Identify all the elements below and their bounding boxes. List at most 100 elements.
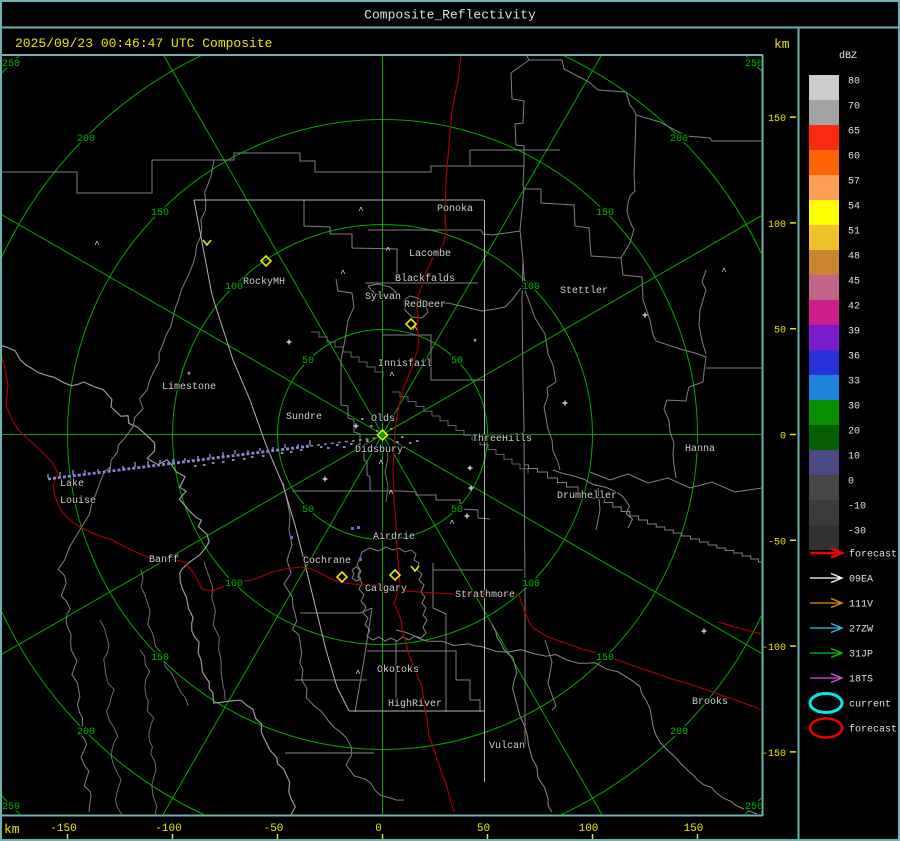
svg-text:*: * — [186, 371, 191, 381]
svg-text:57: 57 — [848, 177, 860, 188]
svg-text:70: 70 — [848, 102, 860, 113]
svg-text:250: 250 — [745, 59, 763, 70]
svg-text:Limestone: Limestone — [162, 381, 216, 393]
svg-text:150: 150 — [151, 653, 169, 664]
svg-text:36: 36 — [848, 352, 860, 363]
svg-text:100: 100 — [768, 220, 786, 231]
svg-text:Sundre: Sundre — [286, 411, 322, 423]
svg-text:-50: -50 — [264, 823, 284, 835]
svg-text:42: 42 — [848, 302, 860, 313]
svg-text:Innisfail: Innisfail — [378, 358, 432, 370]
svg-text:Lake: Lake — [60, 478, 84, 490]
svg-text:200: 200 — [77, 134, 95, 145]
svg-text:50: 50 — [451, 505, 463, 516]
svg-text:150: 150 — [596, 653, 614, 664]
svg-text:111V: 111V — [849, 600, 873, 611]
svg-text:^: ^ — [94, 240, 99, 250]
svg-text:*: * — [472, 338, 477, 348]
svg-text:Ponoka: Ponoka — [437, 203, 473, 215]
svg-text:Didsbury: Didsbury — [355, 444, 403, 456]
svg-text:27ZW: 27ZW — [849, 625, 873, 636]
svg-text:250: 250 — [745, 802, 763, 813]
svg-text:-150: -150 — [50, 823, 76, 835]
svg-text:100: 100 — [225, 282, 243, 293]
svg-text:48: 48 — [848, 252, 860, 263]
svg-text:150: 150 — [768, 114, 786, 125]
svg-text:ThreeHills: ThreeHills — [472, 433, 532, 445]
svg-text:Hanna: Hanna — [685, 444, 715, 455]
svg-text:km: km — [4, 822, 20, 837]
svg-text:Okotoks: Okotoks — [377, 664, 419, 676]
svg-text:200: 200 — [670, 134, 688, 145]
svg-text:-100: -100 — [762, 643, 786, 654]
svg-text:HighRiver: HighRiver — [388, 698, 442, 710]
svg-text:30: 30 — [848, 402, 860, 413]
svg-text:-30: -30 — [848, 527, 866, 538]
svg-text:50: 50 — [302, 356, 314, 367]
svg-text:100: 100 — [522, 579, 540, 590]
svg-text:Vulcan: Vulcan — [489, 740, 525, 752]
svg-text:Airdrie: Airdrie — [373, 531, 415, 543]
svg-text:54: 54 — [848, 202, 860, 213]
svg-text:Strathmore: Strathmore — [455, 589, 515, 601]
svg-text:-100: -100 — [155, 823, 181, 835]
svg-text:150: 150 — [684, 823, 704, 835]
svg-text:50: 50 — [477, 823, 490, 835]
svg-text:Brooks: Brooks — [692, 696, 728, 708]
svg-text:150: 150 — [151, 208, 169, 219]
svg-text:^: ^ — [389, 371, 394, 381]
svg-text:Calgary: Calgary — [365, 583, 407, 595]
svg-text:250: 250 — [2, 802, 20, 813]
svg-text:33: 33 — [848, 377, 860, 388]
svg-text:18TS: 18TS — [849, 675, 873, 686]
svg-text:^: ^ — [378, 459, 383, 469]
svg-text:Stettler: Stettler — [560, 285, 608, 297]
svg-text:200: 200 — [77, 727, 95, 738]
svg-text:dBZ: dBZ — [839, 50, 857, 62]
svg-text:20: 20 — [848, 427, 860, 438]
svg-text:50: 50 — [451, 356, 463, 367]
svg-text:200: 200 — [670, 727, 688, 738]
svg-text:39: 39 — [848, 327, 860, 338]
svg-text:current: current — [849, 700, 891, 711]
svg-text:^: ^ — [449, 519, 454, 529]
svg-text:forecast: forecast — [849, 549, 897, 561]
svg-text:Louise: Louise — [60, 495, 96, 507]
svg-text:09EA: 09EA — [849, 575, 873, 586]
svg-text:-50: -50 — [768, 537, 786, 548]
svg-text:RedDeer: RedDeer — [404, 299, 446, 311]
svg-text:100: 100 — [522, 282, 540, 293]
svg-text:^: ^ — [355, 669, 360, 679]
svg-text:^: ^ — [385, 246, 390, 256]
svg-text:100: 100 — [225, 579, 243, 590]
svg-text:100: 100 — [579, 823, 599, 835]
svg-text:250: 250 — [2, 59, 20, 70]
svg-text:Olds: Olds — [371, 413, 395, 425]
svg-text:-10: -10 — [848, 502, 866, 513]
svg-text:Lacombe: Lacombe — [409, 248, 451, 260]
svg-text:Blackfalds: Blackfalds — [395, 273, 455, 285]
svg-text:2025/09/23 00:46:47 UTC Compos: 2025/09/23 00:46:47 UTC Composite — [15, 36, 272, 51]
svg-text:Cochrane: Cochrane — [303, 555, 351, 567]
svg-text:80: 80 — [848, 77, 860, 88]
svg-text:0: 0 — [848, 477, 854, 488]
svg-text:Composite_Reflectivity: Composite_Reflectivity — [364, 8, 536, 23]
svg-text:50: 50 — [774, 326, 786, 337]
svg-text:31JP: 31JP — [849, 650, 873, 661]
svg-text:RockyMH: RockyMH — [243, 276, 285, 288]
svg-text:50: 50 — [302, 505, 314, 516]
svg-text:^: ^ — [388, 489, 393, 499]
svg-text:51: 51 — [848, 227, 860, 238]
svg-text:0: 0 — [780, 432, 786, 443]
svg-text:Drumheller: Drumheller — [557, 490, 617, 502]
svg-text:Sylvan: Sylvan — [365, 291, 401, 303]
svg-text:45: 45 — [848, 277, 860, 288]
svg-text:-150: -150 — [762, 749, 786, 760]
svg-text:forecast: forecast — [849, 724, 897, 736]
svg-text:10: 10 — [848, 452, 860, 463]
svg-text:150: 150 — [596, 208, 614, 219]
svg-text:Banff: Banff — [149, 554, 179, 566]
svg-text:0: 0 — [375, 823, 382, 835]
svg-text:^: ^ — [358, 206, 363, 216]
svg-text:^: ^ — [340, 269, 345, 279]
